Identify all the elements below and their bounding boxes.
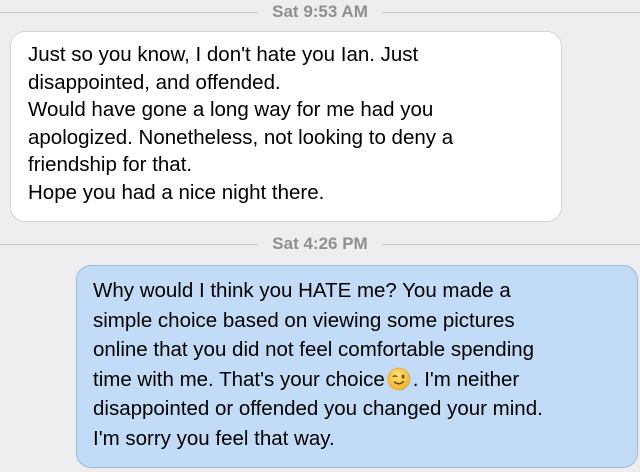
divider-line (381, 11, 640, 13)
timestamp-divider: Sat 9:53 AM (0, 0, 640, 24)
divider-line (0, 243, 259, 245)
timestamp-divider: Sat 4:26 PM (0, 232, 640, 256)
timestamp-label: Sat 9:53 AM (272, 2, 368, 21)
winking-face-icon (387, 367, 411, 391)
timestamp-label: Sat 4:26 PM (272, 234, 368, 253)
divider-line (381, 243, 640, 245)
received-message-bubble[interactable]: Just so you know, I don't hate you Ian. … (10, 31, 562, 222)
divider-line (0, 11, 259, 13)
sent-message-bubble[interactable]: Why would I think you HATE me? You made … (76, 265, 638, 468)
